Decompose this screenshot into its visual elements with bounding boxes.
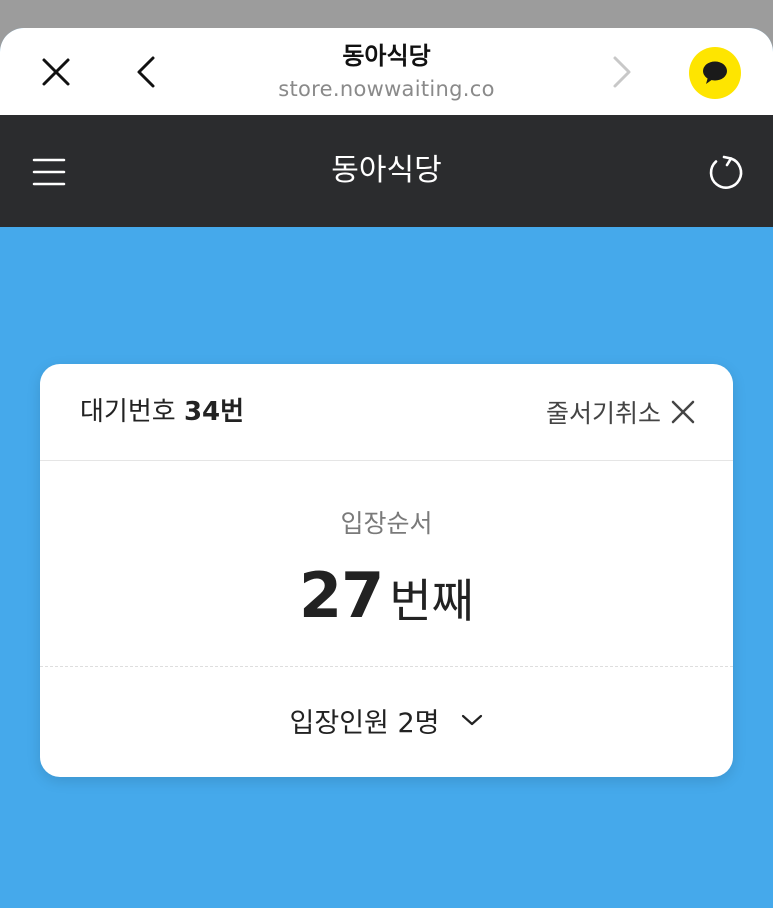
party-size-label: 입장인원 2명 <box>289 707 440 739</box>
close-icon <box>42 58 70 86</box>
chevron-down-icon <box>462 714 483 726</box>
refresh-icon <box>709 155 743 189</box>
chevron-right-icon <box>613 56 631 88</box>
entry-order-label: 입장순서 <box>340 509 433 538</box>
url-bar[interactable]: 동아식당 store.nowwaiting.co <box>200 38 573 104</box>
entry-order-number: 27 <box>299 559 384 632</box>
chevron-left-icon <box>137 56 155 88</box>
browser-bar: 동아식당 store.nowwaiting.co <box>0 28 773 115</box>
menu-button[interactable] <box>20 143 78 201</box>
wait-number: 대기번호 34번 <box>80 364 244 460</box>
close-button[interactable] <box>30 46 82 98</box>
party-size-toggle[interactable]: 입장인원 2명 <box>40 682 733 758</box>
dashed-divider <box>40 666 733 667</box>
app-frame: 동아식당 store.nowwaiting.co 동아식당 대기번호 34번 줄… <box>0 28 773 908</box>
url-host: store.nowwaiting.co <box>278 77 495 101</box>
waiting-card: 대기번호 34번 줄서기취소 입장순서 27 번째 입장인원 2명 <box>40 364 733 777</box>
kakao-chat-button[interactable] <box>689 47 741 99</box>
card-header: 대기번호 34번 줄서기취소 <box>40 364 733 461</box>
entry-order-value: 27 번째 <box>40 559 733 632</box>
kakao-chat-icon <box>703 61 727 84</box>
close-icon <box>671 400 695 424</box>
wait-number-value: 34번 <box>183 397 245 427</box>
cancel-queue-button[interactable]: 줄서기취소 <box>546 388 695 436</box>
cancel-queue-label: 줄서기취소 <box>545 399 661 428</box>
refresh-button[interactable] <box>697 143 755 201</box>
app-header: 동아식당 <box>0 115 773 227</box>
wait-number-label: 대기번호 <box>80 397 176 427</box>
forward-button[interactable] <box>596 46 648 98</box>
back-button[interactable] <box>120 46 172 98</box>
hamburger-menu-icon <box>32 158 66 186</box>
header-title: 동아식당 <box>331 153 442 188</box>
page-title: 동아식당 <box>342 42 431 70</box>
entry-order-unit: 번째 <box>389 574 474 628</box>
